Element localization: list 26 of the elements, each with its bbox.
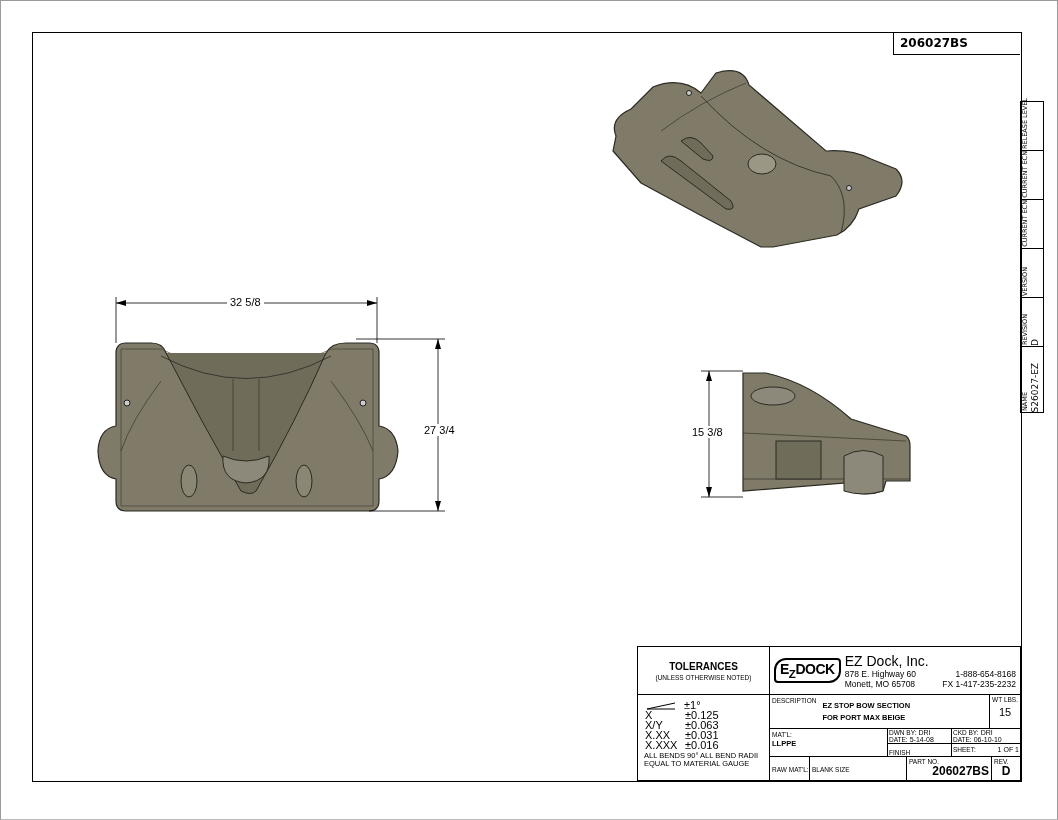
tolerance-label: X — [644, 710, 654, 720]
tolerance-value: ±0.016 — [685, 740, 719, 750]
dimension-label: 15 3/8 — [689, 426, 726, 438]
part-number-label: 206027BS — [893, 32, 1020, 55]
part-number-value: 206027BS — [932, 765, 989, 778]
revision-value: D — [1001, 765, 1011, 778]
phone-number: 1-888-654-8168 — [955, 668, 1016, 679]
address-line: Monett, MO 65708 — [844, 678, 917, 689]
tolerance-value: ±0.031 — [685, 730, 719, 740]
address-line: 878 E. Highway 60 — [844, 668, 917, 679]
phone-number: FX 1-417-235-2232 — [942, 678, 1016, 689]
tolerance-value: ±1° — [684, 700, 701, 710]
tolerance-label: X.XX — [644, 730, 672, 740]
company-logo: E$_{Z}$DOCK — [774, 658, 841, 683]
tab-value: S26027-EZ — [1030, 361, 1040, 412]
angle-icon — [646, 702, 676, 710]
dimension-label: 32 5/8 — [227, 296, 264, 308]
company-name: EZ Dock, Inc. — [844, 652, 930, 669]
tab-value: D — [1030, 338, 1040, 346]
dimension-label: 27 3/4 — [421, 424, 458, 436]
tolerance-label: X.XXX — [644, 740, 679, 750]
tolerance-value: ±0.125 — [685, 710, 719, 720]
tolerance-value: ±0.063 — [685, 720, 719, 730]
tolerances-heading: TOLERANCES — [669, 660, 738, 672]
tolerance-label: X/Y — [644, 720, 664, 730]
weight-value: 15 — [997, 706, 1013, 718]
